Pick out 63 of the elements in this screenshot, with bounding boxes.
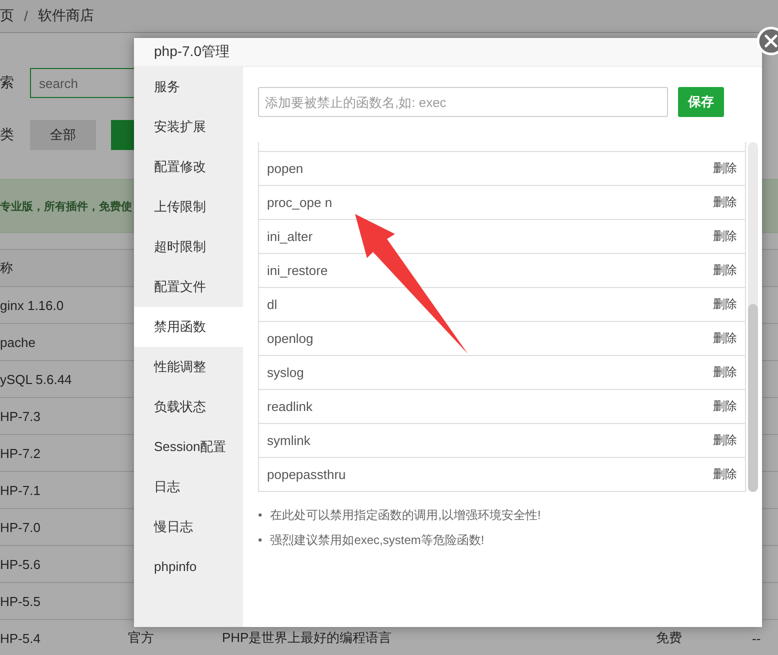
table-cell: -- (752, 630, 761, 646)
delete-link[interactable]: 删除 (713, 262, 737, 279)
table-cell: HP-5.5 (0, 594, 40, 608)
table-cell: HP-7.0 (0, 520, 40, 534)
function-name: popen (267, 161, 304, 176)
menu-item[interactable]: 配置修改 (134, 147, 243, 187)
delete-link[interactable]: 删除 (713, 296, 737, 313)
function-name: ini_restore (267, 263, 328, 278)
delete-link[interactable]: 删除 (713, 330, 737, 347)
function-name: symlink (267, 433, 310, 448)
menu-item[interactable]: Session配置 (134, 427, 243, 467)
note-text: 在此处可以禁用指定函数的调用,以增强环境安全性! (270, 506, 541, 522)
delete-link[interactable]: 删除 (713, 160, 737, 177)
menu-item[interactable]: phpinfo (134, 547, 243, 587)
search-label: 索 (0, 74, 15, 92)
menu-item[interactable]: 日志 (134, 467, 243, 507)
breadcrumb-link[interactable]: 页 (0, 7, 14, 25)
delete-link[interactable]: 删除 (713, 432, 737, 449)
function-name: openlog (267, 331, 314, 346)
function-name: dl (267, 297, 278, 312)
function-name: proc_ope n (267, 195, 332, 210)
table-cell: ginx 1.16.0 (0, 298, 64, 312)
menu-item[interactable]: 禁用函数 (134, 307, 243, 347)
table-cell: HP-7.2 (0, 446, 40, 460)
delete-link[interactable]: 删除 (713, 466, 737, 483)
table-cell: pache (0, 334, 36, 350)
delete-link[interactable]: 删除 (713, 228, 737, 245)
bullet: • (258, 508, 262, 522)
menu-item[interactable]: 负载状态 (134, 387, 243, 427)
table-cell: HP-5.4 (0, 630, 40, 646)
function-name: syslog (267, 365, 304, 380)
breadcrumb-link[interactable]: 软件商店 (38, 7, 94, 25)
category-button[interactable]: 全部 (30, 120, 96, 150)
bullet: • (258, 532, 262, 546)
category-label: 类 (0, 126, 15, 144)
banner-text: 专业版，所有插件，免费使 (0, 200, 132, 214)
delete-link[interactable]: 删除 (713, 364, 737, 381)
menu-item[interactable]: 配置文件 (134, 267, 243, 307)
function-name: ini_alter (267, 229, 313, 244)
function-name: readlink (267, 399, 313, 414)
menu-item[interactable]: 安装扩展 (134, 107, 243, 147)
table-cell: HP-5.6 (0, 556, 40, 572)
function-input-field[interactable]: 添加要被禁止的函数名,如: exec (258, 87, 668, 117)
dialog-title: php-7.0管理 (154, 43, 230, 61)
table-cell: 官方 (128, 629, 154, 647)
table-cell: ySQL 5.6.44 (0, 372, 72, 386)
function-name: popepassthru (267, 467, 346, 482)
menu-item[interactable]: 超时限制 (134, 227, 243, 267)
menu-item[interactable]: 上传限制 (134, 187, 243, 227)
menu-item[interactable]: 性能调整 (134, 347, 243, 387)
scrollbar[interactable] (748, 142, 758, 492)
breadcrumb-separator: / (24, 8, 28, 24)
note-text: 强烈建议禁用如exec,system等危险函数! (270, 532, 484, 548)
table-cell: 免费 (656, 629, 682, 647)
close-icon[interactable] (756, 26, 778, 56)
table-cell: HP-7.1 (0, 482, 40, 498)
menu-item[interactable]: 服务 (134, 67, 243, 107)
column-header: 称 (0, 259, 13, 277)
table-cell: PHP是世界上最好的编程语言 (222, 629, 392, 647)
delete-link[interactable]: 删除 (713, 194, 737, 211)
delete-link[interactable]: 删除 (713, 398, 737, 415)
menu-item[interactable]: 慢日志 (134, 507, 243, 547)
table-cell: HP-7.3 (0, 408, 40, 424)
